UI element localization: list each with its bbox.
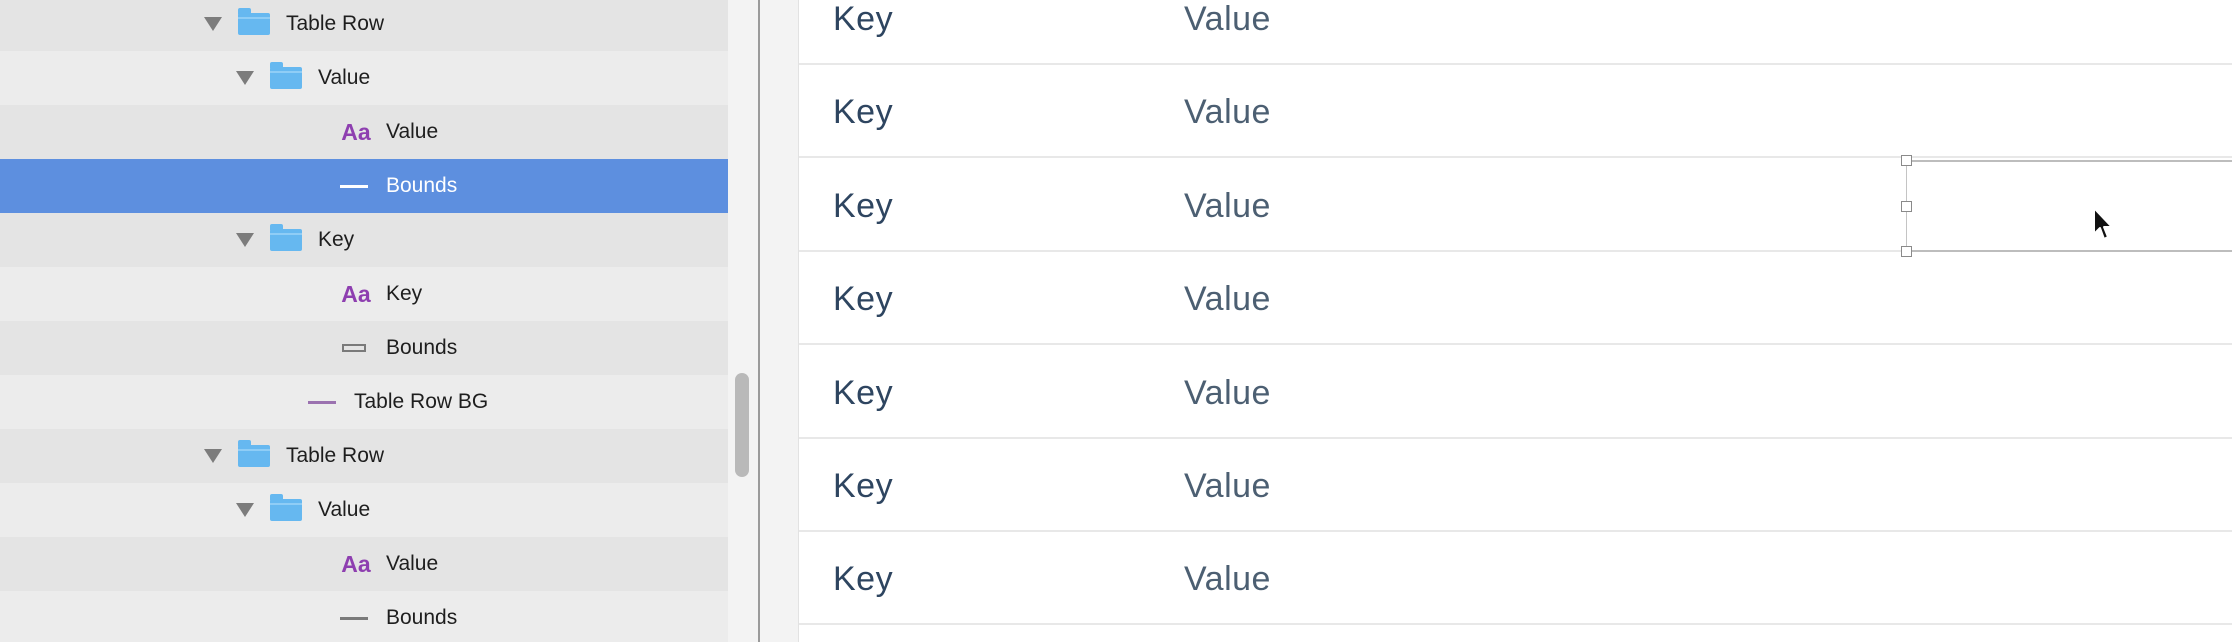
value-cell[interactable]: Value xyxy=(1184,187,1271,226)
key-cell[interactable]: Key xyxy=(833,467,893,506)
key-cell[interactable]: Key xyxy=(833,280,893,319)
key-cell[interactable]: Key xyxy=(833,187,893,226)
layer-row[interactable]: Aa Key xyxy=(0,267,728,321)
table-row[interactable]: Key Value xyxy=(799,439,2232,532)
layer-row[interactable]: Table Row BG xyxy=(0,375,728,429)
layer-list-scrollbar-thumb[interactable] xyxy=(735,373,749,477)
value-cell[interactable]: Value xyxy=(1184,93,1271,132)
value-cell[interactable]: Value xyxy=(1184,0,1271,39)
layer-label: Value xyxy=(386,552,439,575)
table-row[interactable]: Key Value xyxy=(799,65,2232,159)
layer-label: Bounds xyxy=(386,336,458,359)
resize-handle-middle-left[interactable] xyxy=(1901,201,1912,212)
layer-label: Key xyxy=(386,282,423,305)
key-cell[interactable]: Key xyxy=(833,0,893,39)
value-cell[interactable]: Value xyxy=(1184,560,1271,599)
folder-icon xyxy=(270,62,302,89)
canvas[interactable]: Key Value Key Value Key Value Key Value Key Value… xyxy=(760,0,2232,642)
layer-label: Table Row BG xyxy=(354,390,489,413)
layer-label: Value xyxy=(318,498,371,521)
text-layer-icon: Aa xyxy=(341,118,371,145)
layer-label: Value xyxy=(386,120,439,143)
layer-row[interactable]: Bounds xyxy=(0,321,728,375)
key-cell[interactable]: Key xyxy=(833,374,893,413)
value-cell[interactable]: Value xyxy=(1184,374,1271,413)
rectangle-layer-icon xyxy=(342,344,366,352)
value-cell[interactable]: Value xyxy=(1184,280,1271,319)
layer-row[interactable]: Value xyxy=(0,483,728,537)
layer-row[interactable]: Aa Value xyxy=(0,105,728,159)
folder-icon xyxy=(238,440,270,467)
table-row[interactable]: Key Value xyxy=(799,252,2232,346)
selection-top-edge xyxy=(1906,160,2232,162)
value-cell[interactable]: Value xyxy=(1184,467,1271,506)
folder-icon xyxy=(270,224,302,251)
layer-list-scrollbar-track[interactable] xyxy=(728,0,758,642)
line-layer-icon xyxy=(308,400,336,404)
layer-row[interactable]: Bounds xyxy=(0,591,728,642)
layer-label: Table Row xyxy=(286,12,385,35)
disclosure-triangle-icon[interactable] xyxy=(236,503,254,517)
mouse-pointer-icon xyxy=(2093,207,2113,240)
artboard[interactable]: Key Value Key Value Key Value Key Value Key Value… xyxy=(798,0,2232,642)
table-row[interactable]: Key Value xyxy=(799,532,2232,626)
layer-label: Table Row xyxy=(286,444,385,467)
key-cell[interactable]: Key xyxy=(833,560,893,599)
layer-row[interactable]: Table Row xyxy=(0,429,728,483)
selection-bounding-box[interactable] xyxy=(1901,155,2232,257)
resize-handle-top-left[interactable] xyxy=(1901,155,1912,166)
key-cell[interactable]: Key xyxy=(833,93,893,132)
text-layer-icon: Aa xyxy=(341,280,371,307)
folder-icon xyxy=(238,8,270,35)
line-layer-icon xyxy=(340,184,368,188)
layer-label: Bounds xyxy=(386,606,458,629)
resize-handle-bottom-left[interactable] xyxy=(1901,246,1912,257)
table-row[interactable]: Key Value xyxy=(799,0,2232,65)
layer-row[interactable]: Bounds xyxy=(0,159,728,213)
disclosure-triangle-icon[interactable] xyxy=(236,71,254,85)
line-layer-icon xyxy=(340,616,368,620)
disclosure-triangle-icon[interactable] xyxy=(236,233,254,247)
layer-label: Value xyxy=(318,66,371,89)
folder-icon xyxy=(270,494,302,521)
table-row[interactable]: Key Value xyxy=(799,346,2232,439)
disclosure-triangle-icon[interactable] xyxy=(204,17,222,31)
selection-bottom-edge xyxy=(1906,250,2232,252)
disclosure-triangle-icon[interactable] xyxy=(204,449,222,463)
layer-list-panel: Table Row Value Aa Value Bounds Key Aa Key Bound… xyxy=(0,0,728,642)
layer-row[interactable]: Value xyxy=(0,51,728,105)
text-layer-icon: Aa xyxy=(341,550,371,577)
layer-row[interactable]: Key xyxy=(0,213,728,267)
layer-row[interactable]: Aa Value xyxy=(0,537,728,591)
layer-label: Bounds xyxy=(386,174,458,197)
layer-row[interactable]: Table Row xyxy=(0,0,728,51)
layer-label: Key xyxy=(318,228,355,251)
